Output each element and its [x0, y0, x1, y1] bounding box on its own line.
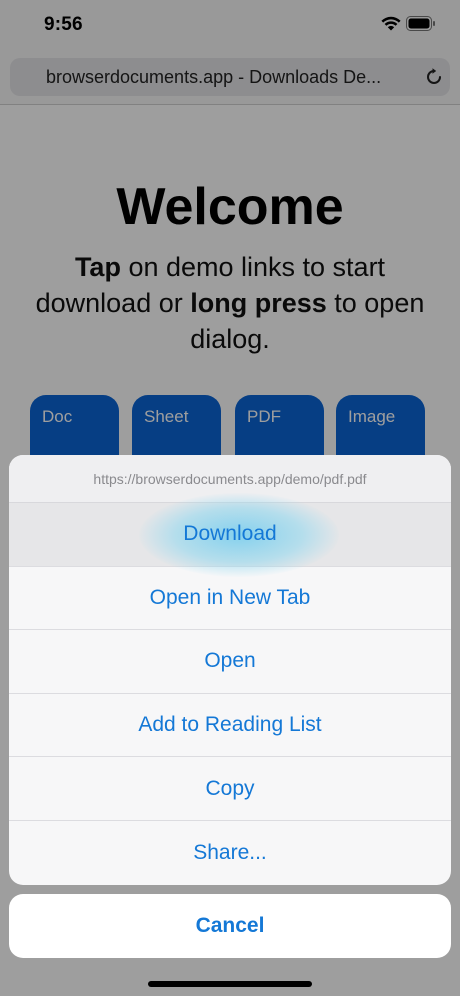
- download-action-label: Download: [183, 522, 277, 546]
- home-indicator[interactable]: [148, 981, 312, 987]
- share-action-label: Share...: [193, 840, 267, 864]
- copy-action-label: Copy: [205, 776, 255, 800]
- open-in-new-tab-action[interactable]: Open in New Tab: [9, 567, 451, 631]
- open-in-new-tab-label: Open in New Tab: [149, 585, 311, 609]
- add-to-reading-list-label: Add to Reading List: [138, 713, 322, 737]
- open-action-label: Open: [204, 649, 256, 673]
- share-action[interactable]: Share...: [9, 821, 451, 885]
- copy-action[interactable]: Copy: [9, 757, 451, 821]
- download-action[interactable]: Download: [9, 493, 451, 577]
- link-action-sheet: https://browserdocuments.app/demo/pdf.pd…: [9, 455, 451, 885]
- cancel-button[interactable]: Cancel: [9, 894, 451, 958]
- open-action[interactable]: Open: [9, 630, 451, 694]
- add-to-reading-list-action[interactable]: Add to Reading List: [9, 694, 451, 758]
